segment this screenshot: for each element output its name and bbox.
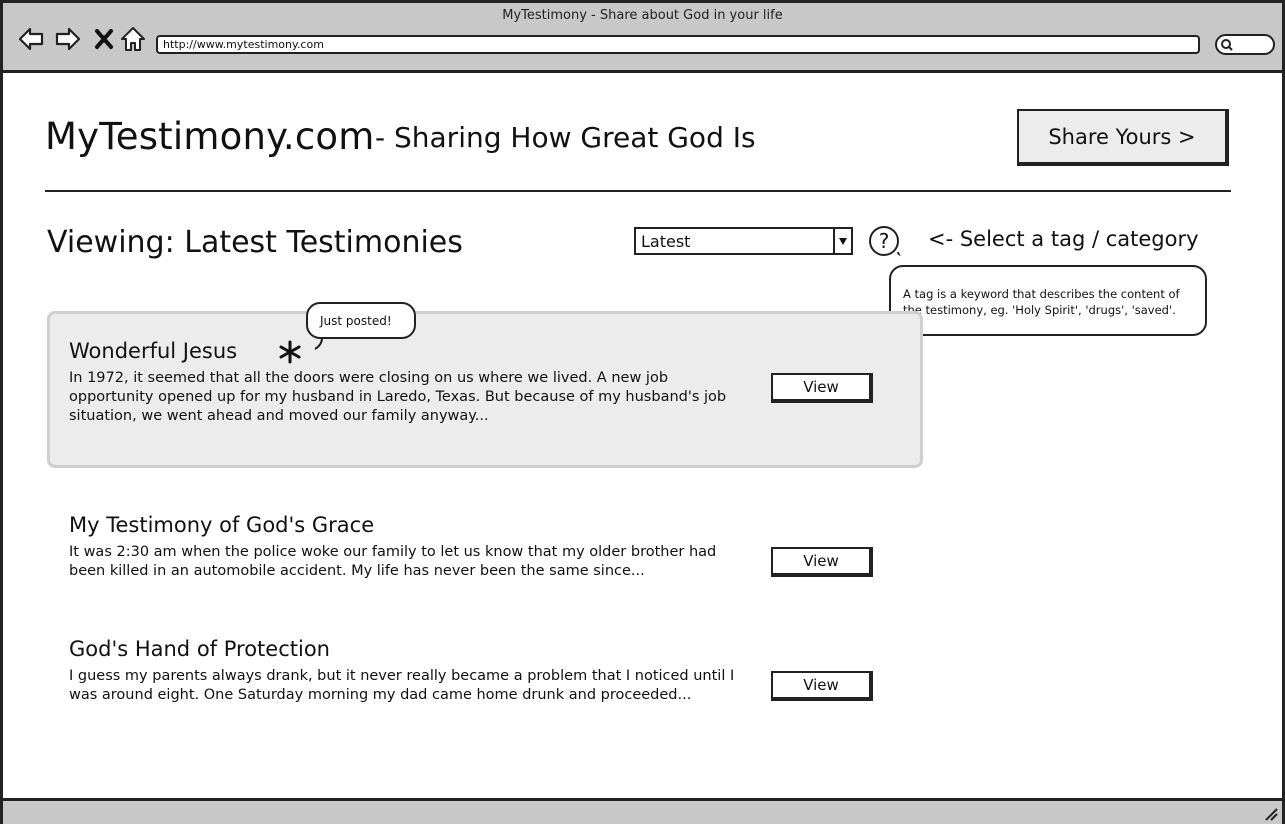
home-icon[interactable] <box>119 25 147 53</box>
browser-chrome: MyTestimony - Share about God in your li… <box>3 3 1282 73</box>
testimony-title[interactable]: My Testimony of God's Grace <box>69 513 374 537</box>
tag-select-value: Latest <box>641 232 691 251</box>
testimony-title[interactable]: Wonderful Jesus <box>69 339 237 363</box>
site-title: MyTestimony.com <box>45 115 375 158</box>
testimony-excerpt: I guess my parents always drank, but it … <box>69 668 735 703</box>
browser-window: MyTestimony - Share about God in your li… <box>0 0 1285 824</box>
tag-help-tooltip: A tag is a keyword that describes the co… <box>889 265 1207 336</box>
new-asterisk-icon <box>279 340 301 364</box>
status-bar <box>3 798 1282 824</box>
site-tagline: - Sharing How Great God Is <box>375 121 756 154</box>
view-testimony-button[interactable]: View <box>771 671 873 701</box>
view-testimony-button[interactable]: View <box>771 547 873 577</box>
browser-search-field[interactable] <box>1215 34 1275 55</box>
close-icon[interactable] <box>90 25 118 53</box>
dropdown-arrow-icon[interactable] <box>833 229 851 253</box>
select-tag-hint: <- Select a tag / category <box>928 227 1199 251</box>
tag-category-select[interactable]: Latest <box>634 227 853 255</box>
testimony-excerpt: It was 2:30 am when the police woke our … <box>69 544 717 579</box>
url-bar[interactable]: http://www.mytestimony.com <box>156 35 1200 54</box>
window-title: MyTestimony - Share about God in your li… <box>502 8 783 23</box>
view-testimony-button[interactable]: View <box>771 373 873 403</box>
forward-arrow-icon[interactable] <box>54 25 82 53</box>
just-posted-badge: Just posted! <box>306 302 416 339</box>
back-arrow-icon[interactable] <box>17 25 45 53</box>
header-divider <box>45 190 1231 192</box>
resize-grip-icon[interactable] <box>1262 805 1278 821</box>
share-yours-button[interactable]: Share Yours > <box>1017 109 1229 166</box>
testimony-title[interactable]: God's Hand of Protection <box>69 637 330 661</box>
search-icon <box>1221 39 1233 51</box>
testimony-excerpt: In 1972, it seemed that all the doors we… <box>69 370 727 424</box>
viewing-heading: Viewing: Latest Testimonies <box>47 225 463 260</box>
help-question-icon[interactable]: ? <box>869 226 899 256</box>
